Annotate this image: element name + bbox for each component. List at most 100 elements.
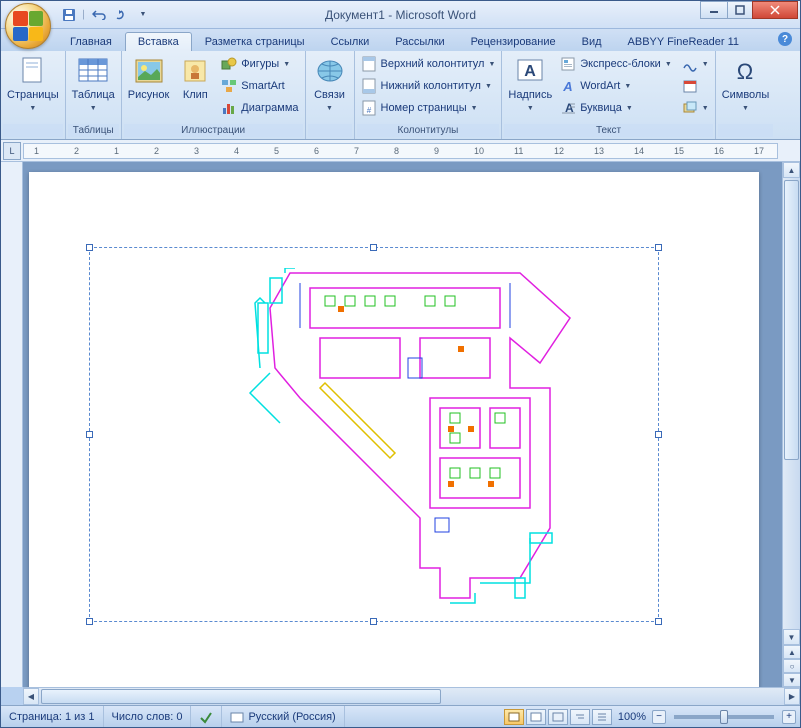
- resize-handle-tm[interactable]: [370, 244, 377, 251]
- tab-home[interactable]: Главная: [57, 32, 125, 51]
- group-symbols-label: [718, 124, 774, 137]
- pagenum-icon: #: [361, 100, 377, 116]
- pages-label: Страницы: [7, 89, 59, 101]
- zoom-slider[interactable]: [674, 715, 774, 719]
- prev-page-button[interactable]: ▲: [783, 645, 800, 659]
- vscroll-thumb[interactable]: [784, 180, 799, 460]
- hscroll-thumb[interactable]: [41, 689, 441, 704]
- tab-abbyy[interactable]: ABBYY FineReader 11: [615, 32, 753, 51]
- ruler-tick: 11: [514, 146, 523, 156]
- resize-handle-ml[interactable]: [86, 431, 93, 438]
- resize-handle-br[interactable]: [655, 618, 662, 625]
- zoom-out-button[interactable]: −: [652, 710, 666, 724]
- scroll-down-button[interactable]: ▼: [783, 629, 800, 645]
- qat-separator: │: [81, 5, 87, 25]
- header-button[interactable]: Верхний колонтитул ▼: [357, 53, 500, 75]
- status-proofing[interactable]: [191, 706, 222, 727]
- table-icon: [77, 55, 109, 87]
- zoom-in-button[interactable]: +: [782, 710, 796, 724]
- zoom-thumb[interactable]: [720, 710, 728, 724]
- dropcap-button[interactable]: A Буквица ▼: [556, 97, 676, 119]
- resize-handle-tr[interactable]: [655, 244, 662, 251]
- vscroll-track[interactable]: [783, 178, 800, 629]
- shapes-icon: [221, 56, 237, 72]
- view-draft[interactable]: [592, 709, 612, 725]
- group-pages: Страницы▼: [1, 51, 66, 139]
- redo-icon[interactable]: [111, 5, 131, 25]
- vertical-ruler[interactable]: [1, 162, 23, 687]
- tab-mailings[interactable]: Рассылки: [382, 32, 457, 51]
- ruler-tick: 16: [714, 146, 724, 156]
- language-icon: [230, 710, 244, 724]
- ruler-tick: 5: [274, 146, 279, 156]
- scroll-left-button[interactable]: ◀: [23, 688, 39, 705]
- signature-button[interactable]: ▼: [678, 53, 713, 75]
- qat-customize-icon[interactable]: ▼: [133, 5, 153, 25]
- floorplan-image: [220, 268, 620, 608]
- smartart-button[interactable]: SmartArt: [217, 75, 302, 97]
- zoom-level[interactable]: 100%: [614, 711, 650, 723]
- resize-handle-tl[interactable]: [86, 244, 93, 251]
- chart-button[interactable]: Диаграмма: [217, 97, 302, 119]
- horizontal-ruler[interactable]: 121234567891011121314151617: [23, 143, 778, 159]
- pagenum-button[interactable]: # Номер страницы ▼: [357, 97, 500, 119]
- scroll-right-button[interactable]: ▶: [784, 688, 800, 705]
- vertical-scrollbar[interactable]: ▲ ▼ ▲ ○ ▼: [782, 162, 800, 687]
- view-full-screen[interactable]: [526, 709, 546, 725]
- status-words[interactable]: Число слов: 0: [104, 706, 192, 727]
- tab-references[interactable]: Ссылки: [318, 32, 383, 51]
- textbox-label: Надпись: [508, 89, 552, 101]
- next-page-button[interactable]: ▼: [783, 673, 800, 687]
- picture-button[interactable]: Рисунок: [124, 53, 174, 103]
- tab-selector[interactable]: L: [3, 142, 21, 160]
- symbols-button[interactable]: Ω Символы▼: [718, 53, 774, 115]
- smartart-icon: [221, 78, 237, 94]
- view-print-layout[interactable]: [504, 709, 524, 725]
- resize-handle-bm[interactable]: [370, 618, 377, 625]
- pagenum-label: Номер страницы: [381, 102, 467, 114]
- view-web-layout[interactable]: [548, 709, 568, 725]
- image-selection[interactable]: [89, 247, 659, 622]
- horizontal-scrollbar[interactable]: ◀ ▶: [23, 687, 800, 705]
- close-button[interactable]: [752, 1, 798, 19]
- quickparts-button[interactable]: Экспресс-блоки ▼: [556, 53, 676, 75]
- picture-label: Рисунок: [128, 89, 170, 101]
- datetime-button[interactable]: [678, 75, 713, 97]
- quick-access-toolbar: │ ▼: [59, 5, 153, 25]
- minimize-button[interactable]: [700, 1, 728, 19]
- pages-button[interactable]: Страницы▼: [3, 53, 63, 115]
- footer-icon: [361, 78, 377, 94]
- tab-review[interactable]: Рецензирование: [458, 32, 569, 51]
- wordart-button[interactable]: A WordArt ▼: [556, 75, 676, 97]
- undo-icon[interactable]: [89, 5, 109, 25]
- help-icon[interactable]: ?: [778, 32, 792, 46]
- tab-view[interactable]: Вид: [569, 32, 615, 51]
- view-outline[interactable]: [570, 709, 590, 725]
- resize-handle-mr[interactable]: [655, 431, 662, 438]
- clip-label: Клип: [183, 89, 208, 101]
- hscroll-track[interactable]: [39, 688, 784, 705]
- links-button[interactable]: Связи▼: [308, 53, 352, 115]
- group-illustrations-label: Иллюстрации: [124, 124, 303, 137]
- office-button[interactable]: [5, 3, 51, 49]
- page-viewport[interactable]: [23, 162, 782, 687]
- clip-button[interactable]: Клип: [173, 53, 217, 103]
- textbox-icon: A: [514, 55, 546, 87]
- group-tables: Таблица▼ Таблицы: [66, 51, 122, 139]
- shapes-button[interactable]: Фигуры ▼: [217, 53, 302, 75]
- object-button[interactable]: ▼: [678, 97, 713, 119]
- maximize-button[interactable]: [727, 1, 753, 19]
- resize-handle-bl[interactable]: [86, 618, 93, 625]
- tab-page-layout[interactable]: Разметка страницы: [192, 32, 318, 51]
- table-button[interactable]: Таблица▼: [68, 53, 119, 115]
- document-area: ▲ ▼ ▲ ○ ▼: [1, 162, 800, 687]
- textbox-button[interactable]: A Надпись▼: [504, 53, 556, 115]
- tab-insert[interactable]: Вставка: [125, 32, 192, 51]
- status-page[interactable]: Страница: 1 из 1: [1, 706, 104, 727]
- save-icon[interactable]: [59, 5, 79, 25]
- datetime-icon: [682, 78, 698, 94]
- status-language[interactable]: Русский (Россия): [222, 706, 344, 727]
- browse-object-button[interactable]: ○: [783, 659, 800, 673]
- footer-button[interactable]: Нижний колонтитул ▼: [357, 75, 500, 97]
- scroll-up-button[interactable]: ▲: [783, 162, 800, 178]
